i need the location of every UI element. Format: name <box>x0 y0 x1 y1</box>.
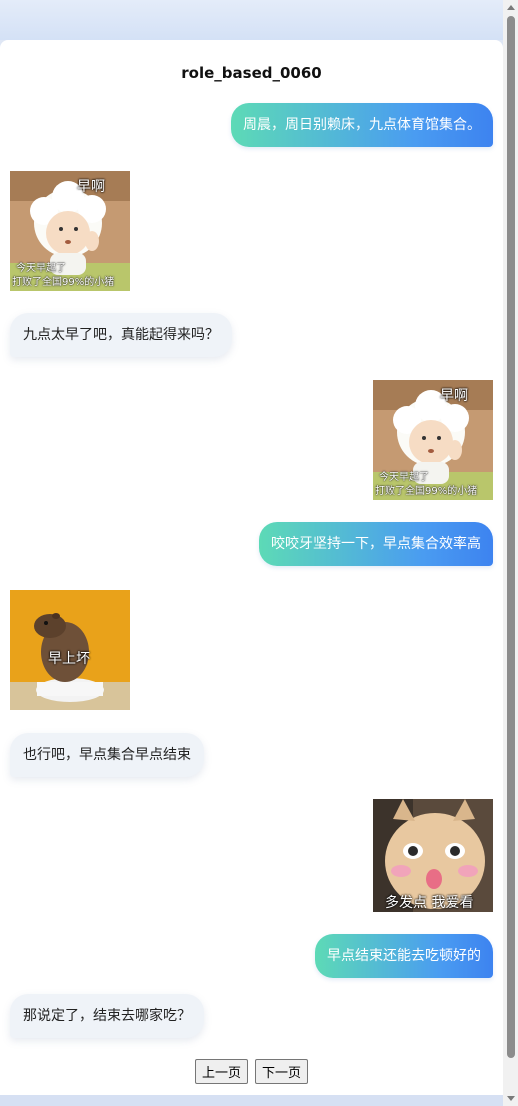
vertical-scrollbar[interactable] <box>503 0 518 1106</box>
message-bubble-incoming: 那说定了，结束去哪家吃？ <box>10 994 204 1038</box>
sticker-caption-top: 早啊 <box>440 388 468 404</box>
sticker-caption-top: 早啊 <box>77 179 105 195</box>
sticker-cat[interactable]: 多发点 我爱看 <box>373 799 493 912</box>
sticker-caption: 早上坏 <box>48 651 90 667</box>
top-background-band <box>0 0 503 40</box>
sticker-caption-line2: 打败了全国99%的小猪 <box>375 486 478 497</box>
chat-panel: role_based_0060 周晨，周日别赖床，九点体育馆集合。 早啊 今天早… <box>0 40 503 1095</box>
message-bubble-outgoing: 早点结束还能去吃顿好的 <box>315 934 493 978</box>
sticker-caption-line1: 今天早起了 <box>16 263 66 274</box>
scroll-up-arrow-icon[interactable] <box>507 5 515 10</box>
message-bubble-outgoing: 周晨，周日别赖床，九点体育馆集合。 <box>231 103 493 147</box>
scrollbar-thumb[interactable] <box>507 16 515 1058</box>
bottom-background-band <box>0 1095 503 1106</box>
chat-title: role_based_0060 <box>181 64 322 82</box>
scroll-down-arrow-icon[interactable] <box>507 1096 515 1101</box>
sticker-sheep-morning[interactable]: 早啊 今天早起了 打败了全国99%的小猪 <box>373 380 493 500</box>
message-bubble-outgoing: 咬咬牙坚持一下，早点集合效率高 <box>259 522 493 566</box>
prev-page-button[interactable]: 上一页 <box>194 1059 248 1084</box>
sticker-caption: 多发点 我爱看 <box>385 895 474 911</box>
pagination: 上一页 下一页 <box>0 1059 503 1084</box>
sticker-capybara[interactable]: 早上坏 <box>10 590 130 710</box>
message-bubble-incoming: 也行吧，早点集合早点结束 <box>10 733 204 777</box>
sticker-caption-line2: 打败了全国99%的小猪 <box>12 277 115 288</box>
sticker-sheep-morning[interactable]: 早啊 今天早起了 打败了全国99%的小猪 <box>10 171 130 291</box>
message-bubble-incoming: 九点太早了吧，真能起得来吗？ <box>10 313 232 357</box>
sticker-caption-line1: 今天早起了 <box>379 472 429 483</box>
next-page-button[interactable]: 下一页 <box>255 1059 309 1084</box>
